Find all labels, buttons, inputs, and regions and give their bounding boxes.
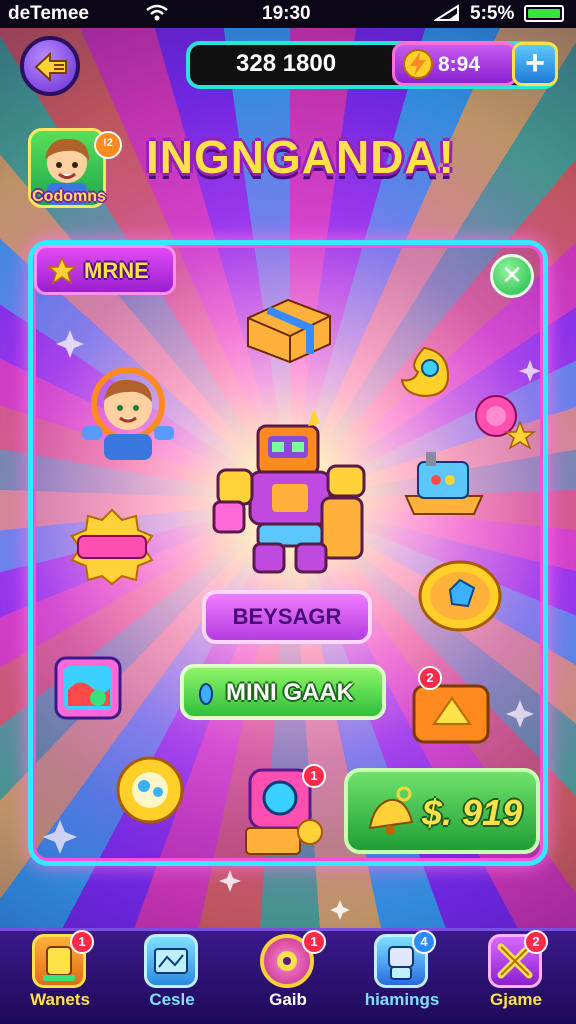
nav-label: Gaib <box>269 990 307 1009</box>
character-astronaut-icon <box>82 367 174 460</box>
page-title: INGNGANDA! <box>146 131 455 183</box>
mini-game-label: MINI GAAK <box>226 679 354 706</box>
back-arrow-icon <box>34 52 67 82</box>
map-icon <box>144 934 198 988</box>
badge-seal-icon <box>70 508 154 586</box>
nav-badge: 1 <box>70 930 94 954</box>
nav-label: Cesle <box>149 990 195 1009</box>
coin-balance: 328 1800 <box>236 50 337 77</box>
robot-hero-icon <box>212 408 366 574</box>
lightning-gem-icon <box>403 49 433 79</box>
level-badge: !2 <box>94 131 122 159</box>
flower-icon <box>475 395 537 450</box>
battery-icon <box>524 5 564 22</box>
add-currency-button[interactable]: + <box>512 42 558 86</box>
close-button[interactable]: ✕ <box>490 254 534 298</box>
nav-badge: 2 <box>524 930 548 954</box>
clock-text: 19:30 <box>262 3 311 24</box>
gift-box-icon <box>247 298 331 364</box>
back-button[interactable] <box>20 36 80 96</box>
nav-item-hiamings[interactable]: 4 hiamings <box>352 930 452 1020</box>
nav-item-cesle[interactable]: Cesle <box>122 932 222 1020</box>
blue-gem-icon <box>199 683 213 705</box>
nav-label: Wanets <box>30 990 90 1009</box>
bell-icon <box>368 786 414 835</box>
nav-item-wanets[interactable]: 1 Wanets <box>10 930 110 1020</box>
card-badge: 2 <box>418 666 442 690</box>
status-bar: deTemee 19:30 5:5% <box>0 0 576 28</box>
nav-item-gjame[interactable]: 2 Gjame <box>466 930 566 1020</box>
nav-badge: 4 <box>412 930 436 954</box>
gear-orb-icon <box>116 756 184 824</box>
nav-badge: 1 <box>302 930 326 954</box>
price-label: $. 919 <box>422 792 523 833</box>
nav-label: Gjame <box>490 990 542 1009</box>
gem-balance: 8:94 <box>438 53 481 76</box>
rocket-orb-icon <box>400 346 450 398</box>
wifi-icon <box>146 4 168 21</box>
battery-percent: 5:5% <box>470 3 515 24</box>
nav-label: hiamings <box>364 990 440 1009</box>
nav-item-gaib[interactable]: 1 Gaib <box>238 930 338 1020</box>
card-art-icon <box>54 656 122 720</box>
treasure-machine-icon <box>404 452 484 515</box>
star-icon <box>47 256 77 285</box>
purple-action-button[interactable]: BEYSAGR <box>202 590 372 644</box>
gold-coin-icon <box>418 560 502 632</box>
player-name: Codomns <box>32 188 106 205</box>
carrier-text: deTemee <box>8 3 89 24</box>
chest-badge: 1 <box>302 764 326 788</box>
signal-icon <box>434 4 459 21</box>
panel-tab-label: MRNE <box>84 258 149 283</box>
